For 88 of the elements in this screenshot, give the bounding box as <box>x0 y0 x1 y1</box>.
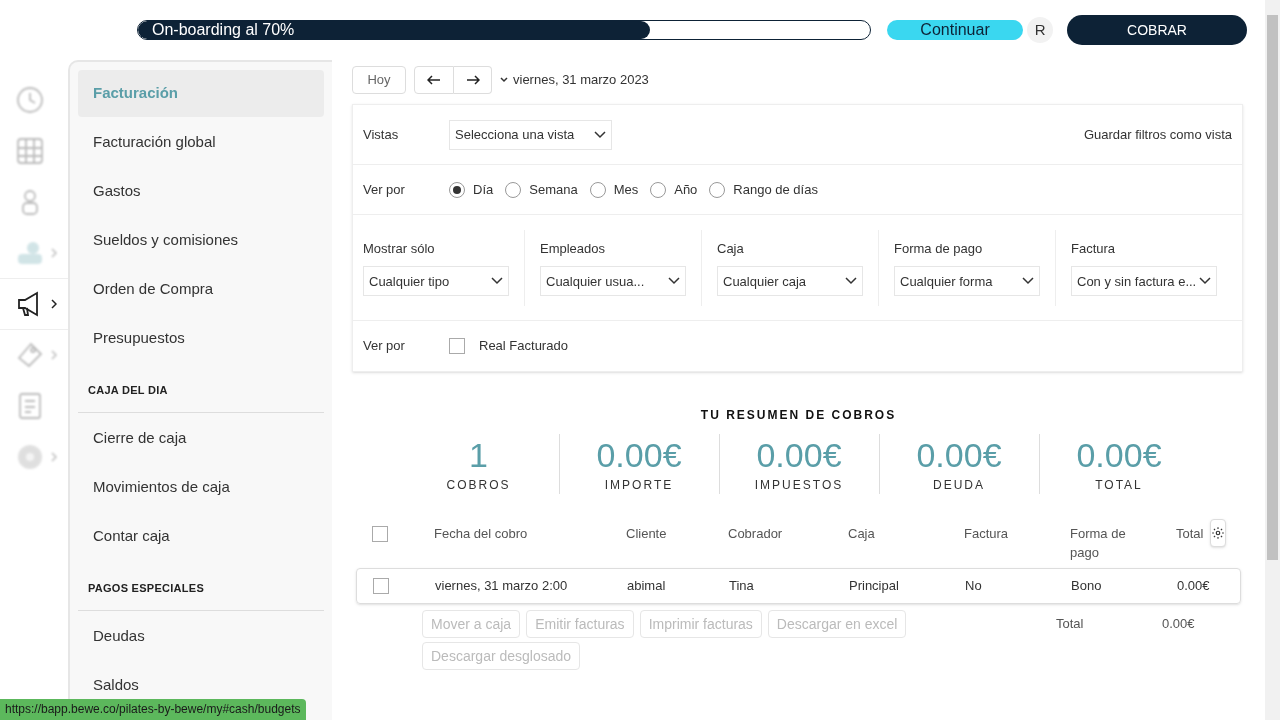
view-by-label: Ver por <box>363 180 406 199</box>
url-tooltip: https://bapp.bewe.co/pilates-by-bewe/my#cash/budgets <box>0 699 306 720</box>
scrollbar[interactable] <box>1265 0 1280 720</box>
continue-button[interactable]: Continuar <box>886 20 1024 40</box>
table-cell-text: No <box>965 577 983 596</box>
section-heading: PAGOS ESPECIALES <box>78 566 324 611</box>
chevron-down-icon <box>668 277 680 286</box>
chevron-down-icon <box>491 277 503 286</box>
chevron-down-icon <box>1022 277 1034 286</box>
filter-label: Caja <box>717 239 745 258</box>
progress-label: On-boarding al 70% <box>152 21 295 39</box>
chevron-down-icon <box>845 277 857 286</box>
filter-label: Forma de pago <box>894 239 984 258</box>
real-invoiced-checkbox[interactable]: Real Facturado <box>449 336 568 356</box>
column-header: Fecha del cobro <box>434 525 529 543</box>
stat-value: 0.00€ <box>596 435 682 476</box>
caret-icon <box>500 77 508 83</box>
table-cell-text: abimal <box>627 577 667 596</box>
stat-value: 0.00€ <box>756 435 842 476</box>
today-button[interactable]: Hoy <box>352 66 406 94</box>
settings-icon <box>1211 526 1225 540</box>
next-button[interactable] <box>454 66 492 94</box>
chevron-down-icon <box>594 130 606 139</box>
period-radio[interactable]: Mes <box>589 179 641 200</box>
table-cell-text: Bono <box>1071 577 1103 596</box>
stat-label: TOTAL <box>1095 477 1143 494</box>
clock-icon <box>15 85 45 115</box>
submenu-item[interactable]: Cierre de caja <box>78 415 324 462</box>
chevron-down-icon <box>1199 277 1211 286</box>
views-label: Vistas <box>363 125 400 144</box>
grid-icon <box>15 136 45 166</box>
table-cell-text: Tina <box>729 577 755 596</box>
table-cell-text: 0.00€ <box>1177 577 1211 596</box>
period-radio[interactable]: Semana <box>505 179 580 200</box>
submenu-item[interactable]: Facturación global <box>78 119 324 166</box>
filter-label: Empleados <box>540 239 607 258</box>
filter-select[interactable]: Cualquier usua... <box>540 266 686 297</box>
tag-icon <box>15 340 45 370</box>
view-by-label: Ver por <box>363 337 406 356</box>
stat-value: 0.00€ <box>916 435 1002 476</box>
save-filters-link[interactable]: Guardar filtros como vista <box>1083 124 1232 145</box>
filter-select[interactable]: Cualquier caja <box>717 266 863 297</box>
stat-label: COBROS <box>446 477 511 494</box>
filter-label: Mostrar sólo <box>363 239 436 258</box>
column-header: Caja <box>848 525 876 543</box>
onboarding-progress[interactable]: On-boarding al 70% <box>137 20 871 40</box>
submenu-item[interactable]: Movimientos de caja <box>78 464 324 511</box>
select-all-checkbox[interactable] <box>372 526 388 542</box>
total-label: Total <box>1056 615 1085 633</box>
stat-label: IMPUESTOS <box>754 477 844 494</box>
period-radio[interactable]: Día <box>449 179 496 200</box>
views-select[interactable]: Selecciona una vista <box>449 119 612 150</box>
column-header: Cliente <box>626 525 668 543</box>
summary-title: TU RESUMEN DE COBROS <box>699 407 898 424</box>
column-header: Factura <box>964 525 1010 543</box>
stat-value: 0.00€ <box>1076 435 1162 476</box>
period-radio[interactable]: Rango de días <box>709 179 820 200</box>
avatar[interactable]: R <box>1027 17 1053 43</box>
submenu-item[interactable]: Presupuestos <box>78 315 324 362</box>
period-radio[interactable]: Año <box>650 179 700 200</box>
column-header: Cobrador <box>728 525 784 543</box>
column-header: Forma de pago <box>1070 525 1127 562</box>
arrow-right-icon <box>465 75 480 85</box>
column-header: Total <box>1176 525 1205 543</box>
charge-button[interactable]: COBRAR <box>1067 15 1247 45</box>
stat-label: DEUDA <box>933 477 985 494</box>
settings-button[interactable] <box>1210 519 1226 547</box>
submenu-item[interactable]: Deudas <box>78 613 324 660</box>
submenu-item[interactable]: Contar caja <box>78 513 324 560</box>
section-heading: CAJA DEL DIA <box>78 368 324 413</box>
submenu-item[interactable]: Gastos <box>78 168 324 215</box>
table-cell-text: viernes, 31 marzo 2:00 <box>435 577 569 596</box>
rail-item[interactable] <box>0 278 68 330</box>
filter-select[interactable]: Cualquier tipo <box>363 266 509 297</box>
submenu-item[interactable]: Sueldos y comisiones <box>78 217 324 264</box>
date-picker[interactable]: viernes, 31 marzo 2023 <box>500 70 649 90</box>
arrow-left-icon <box>427 75 441 85</box>
table-cell-text: Principal <box>849 577 900 596</box>
table-row[interactable]: viernes, 31 marzo 2:00 abimal Tina Principal No Bono 0.00€ <box>356 568 1241 604</box>
total-value: 0.00€ <box>1162 615 1195 633</box>
submenu-item[interactable]: Orden de Compra <box>78 266 324 313</box>
row-checkbox[interactable] <box>373 578 389 594</box>
stat-label: IMPORTE <box>604 477 674 494</box>
filter-label: Factura <box>1071 239 1117 258</box>
filter-select[interactable]: Con y sin factura e... <box>1071 266 1217 297</box>
previous-button[interactable] <box>414 66 454 94</box>
filter-select[interactable]: Cualquier forma <box>894 266 1040 297</box>
stat-value: 1 <box>469 435 488 476</box>
